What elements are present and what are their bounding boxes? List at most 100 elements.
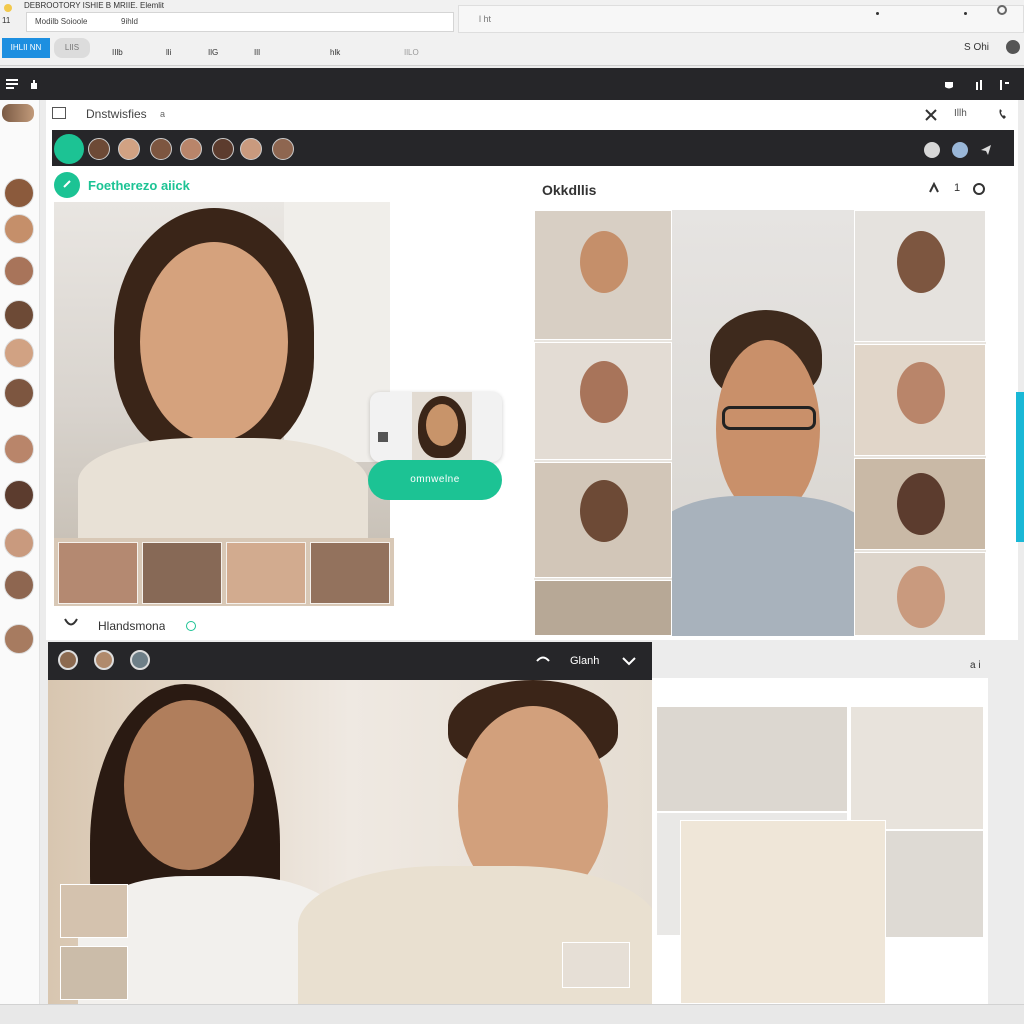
grid-tile-2[interactable] bbox=[534, 342, 672, 460]
bottom-thumb-3[interactable] bbox=[562, 942, 630, 988]
sidebar-avatar-9[interactable] bbox=[4, 528, 34, 558]
speaker-name: Hlandsmona bbox=[98, 619, 166, 633]
toolbar-secondary-button[interactable]: LIIS bbox=[54, 38, 90, 58]
small-tab-icon[interactable]: 11 bbox=[2, 16, 10, 25]
participant-avatar-4[interactable] bbox=[180, 138, 202, 160]
participant-avatar-5[interactable] bbox=[212, 138, 234, 160]
search-icon[interactable] bbox=[972, 182, 986, 196]
sidebar-avatar-11[interactable] bbox=[4, 624, 34, 654]
popup-card[interactable] bbox=[370, 392, 502, 462]
bottom-thumb-2[interactable] bbox=[60, 946, 128, 1000]
status-dot bbox=[876, 12, 879, 15]
hand-icon[interactable] bbox=[28, 78, 40, 90]
sidebar-avatar-4[interactable] bbox=[4, 300, 34, 330]
topbar-more-icon[interactable] bbox=[1000, 80, 1010, 90]
participant-avatar-1[interactable] bbox=[88, 138, 110, 160]
secondary-url-text: l ht bbox=[479, 14, 492, 24]
sidebar-avatar-10[interactable] bbox=[4, 570, 34, 600]
thumbnail-2[interactable] bbox=[142, 542, 222, 604]
sidebar-avatar-7[interactable] bbox=[4, 434, 34, 464]
secondary-url-bar[interactable]: l ht bbox=[458, 5, 1024, 33]
participant-avatar-6[interactable] bbox=[240, 138, 262, 160]
bottom-avatar-3[interactable] bbox=[130, 650, 150, 670]
thumbnail-4[interactable] bbox=[310, 542, 390, 604]
popup-button[interactable]: omnwelne bbox=[368, 460, 502, 500]
topbar-cup-icon[interactable] bbox=[944, 80, 956, 90]
status-dot-2 bbox=[964, 12, 967, 15]
grid-tile-7[interactable] bbox=[854, 458, 986, 550]
address-text: 9ihld bbox=[121, 17, 138, 26]
right-panel-count: 1 bbox=[954, 182, 961, 194]
bottom-thumb-1[interactable] bbox=[60, 884, 128, 938]
sidebar-avatar-3[interactable] bbox=[4, 256, 34, 286]
chevron-down-icon[interactable] bbox=[622, 656, 636, 666]
thumbnail-1[interactable] bbox=[58, 542, 138, 604]
thumbnail-3[interactable] bbox=[226, 542, 306, 604]
bottom-bar-label[interactable]: Glanh bbox=[570, 655, 599, 667]
toolbar-item-3[interactable]: IlG bbox=[208, 42, 218, 60]
right-panel-title: Okkdllis bbox=[542, 182, 597, 198]
sidebar-avatar-8[interactable] bbox=[4, 480, 34, 510]
toolbar-item-2[interactable]: lli bbox=[166, 42, 171, 60]
sidebar-avatar-6[interactable] bbox=[4, 378, 34, 408]
topbar-bars-icon[interactable] bbox=[975, 80, 985, 90]
mic-icon[interactable] bbox=[924, 142, 940, 158]
toolbar-item-6[interactable]: IlLO bbox=[404, 42, 419, 60]
featured-video[interactable] bbox=[54, 202, 390, 538]
camera-icon[interactable] bbox=[952, 142, 968, 158]
window-dot[interactable] bbox=[4, 4, 12, 12]
profile-icon[interactable] bbox=[1006, 40, 1020, 54]
bottom-grid-tile-1[interactable] bbox=[656, 706, 848, 812]
featured-label: Foetherezo aiick bbox=[88, 178, 190, 193]
notification-icon[interactable] bbox=[928, 182, 940, 194]
window-icon[interactable] bbox=[52, 107, 66, 119]
glasses bbox=[722, 406, 816, 430]
grid-tile-1[interactable] bbox=[534, 210, 672, 340]
grid-right-accent bbox=[1016, 392, 1024, 542]
sidebar-avatar-5[interactable] bbox=[4, 338, 34, 368]
header-right-text[interactable]: Illh bbox=[954, 108, 967, 119]
address-bar[interactable]: Modilb Soioole 9ihld bbox=[26, 12, 454, 32]
browser-right-text[interactable]: S Ohi bbox=[964, 42, 989, 53]
bottom-avatar-1[interactable] bbox=[58, 650, 78, 670]
sidebar-avatar-top[interactable] bbox=[2, 104, 34, 122]
address-hint: Modilb Soioole bbox=[35, 17, 88, 26]
bottom-eye-icon[interactable] bbox=[536, 656, 550, 666]
settings-icon[interactable] bbox=[996, 4, 1008, 16]
bottom-avatar-2[interactable] bbox=[94, 650, 114, 670]
right-corner-text: a i bbox=[970, 660, 981, 671]
participant-avatar-7[interactable] bbox=[272, 138, 294, 160]
toolbar-item-4[interactable]: IlI bbox=[254, 42, 260, 60]
featured-face bbox=[140, 242, 288, 442]
send-icon[interactable] bbox=[980, 144, 992, 156]
participant-avatar-3[interactable] bbox=[150, 138, 172, 160]
bottom-scroll-bar bbox=[0, 1004, 1024, 1024]
bottom-grid-tile-2[interactable] bbox=[850, 706, 984, 830]
grid-tile-5[interactable] bbox=[854, 210, 986, 342]
speaker-icon bbox=[64, 616, 78, 628]
grid-tile-4[interactable] bbox=[534, 580, 672, 636]
grid-tile-3[interactable] bbox=[534, 462, 672, 578]
close-icon[interactable] bbox=[925, 109, 937, 121]
grid-tile-6[interactable] bbox=[854, 344, 986, 456]
sidebar-avatar-1[interactable] bbox=[4, 178, 34, 208]
menu-icon[interactable] bbox=[6, 79, 18, 89]
speaker-status-icon bbox=[186, 621, 196, 631]
section-title: Dnstwisfies bbox=[86, 107, 147, 121]
bottom-grid-tile-5[interactable] bbox=[680, 820, 886, 1004]
section-title-suffix: a bbox=[160, 109, 166, 119]
sidebar-avatar-2[interactable] bbox=[4, 214, 34, 244]
featured-blazer bbox=[78, 438, 368, 538]
toolbar-item-5[interactable]: hlk bbox=[330, 42, 340, 60]
popup-video bbox=[412, 392, 472, 462]
phone-icon[interactable] bbox=[998, 108, 1008, 120]
active-participant-avatar[interactable] bbox=[54, 134, 84, 164]
featured-badge-icon bbox=[54, 172, 80, 198]
app-top-bar bbox=[0, 68, 1024, 100]
toolbar-primary-button[interactable]: IHLII NN bbox=[2, 38, 50, 58]
popup-frame-icon bbox=[378, 432, 388, 442]
grid-main-speaker[interactable] bbox=[672, 210, 854, 636]
participant-avatar-2[interactable] bbox=[118, 138, 140, 160]
toolbar-item-1[interactable]: IIlb bbox=[112, 42, 123, 60]
grid-tile-8[interactable] bbox=[854, 552, 986, 636]
